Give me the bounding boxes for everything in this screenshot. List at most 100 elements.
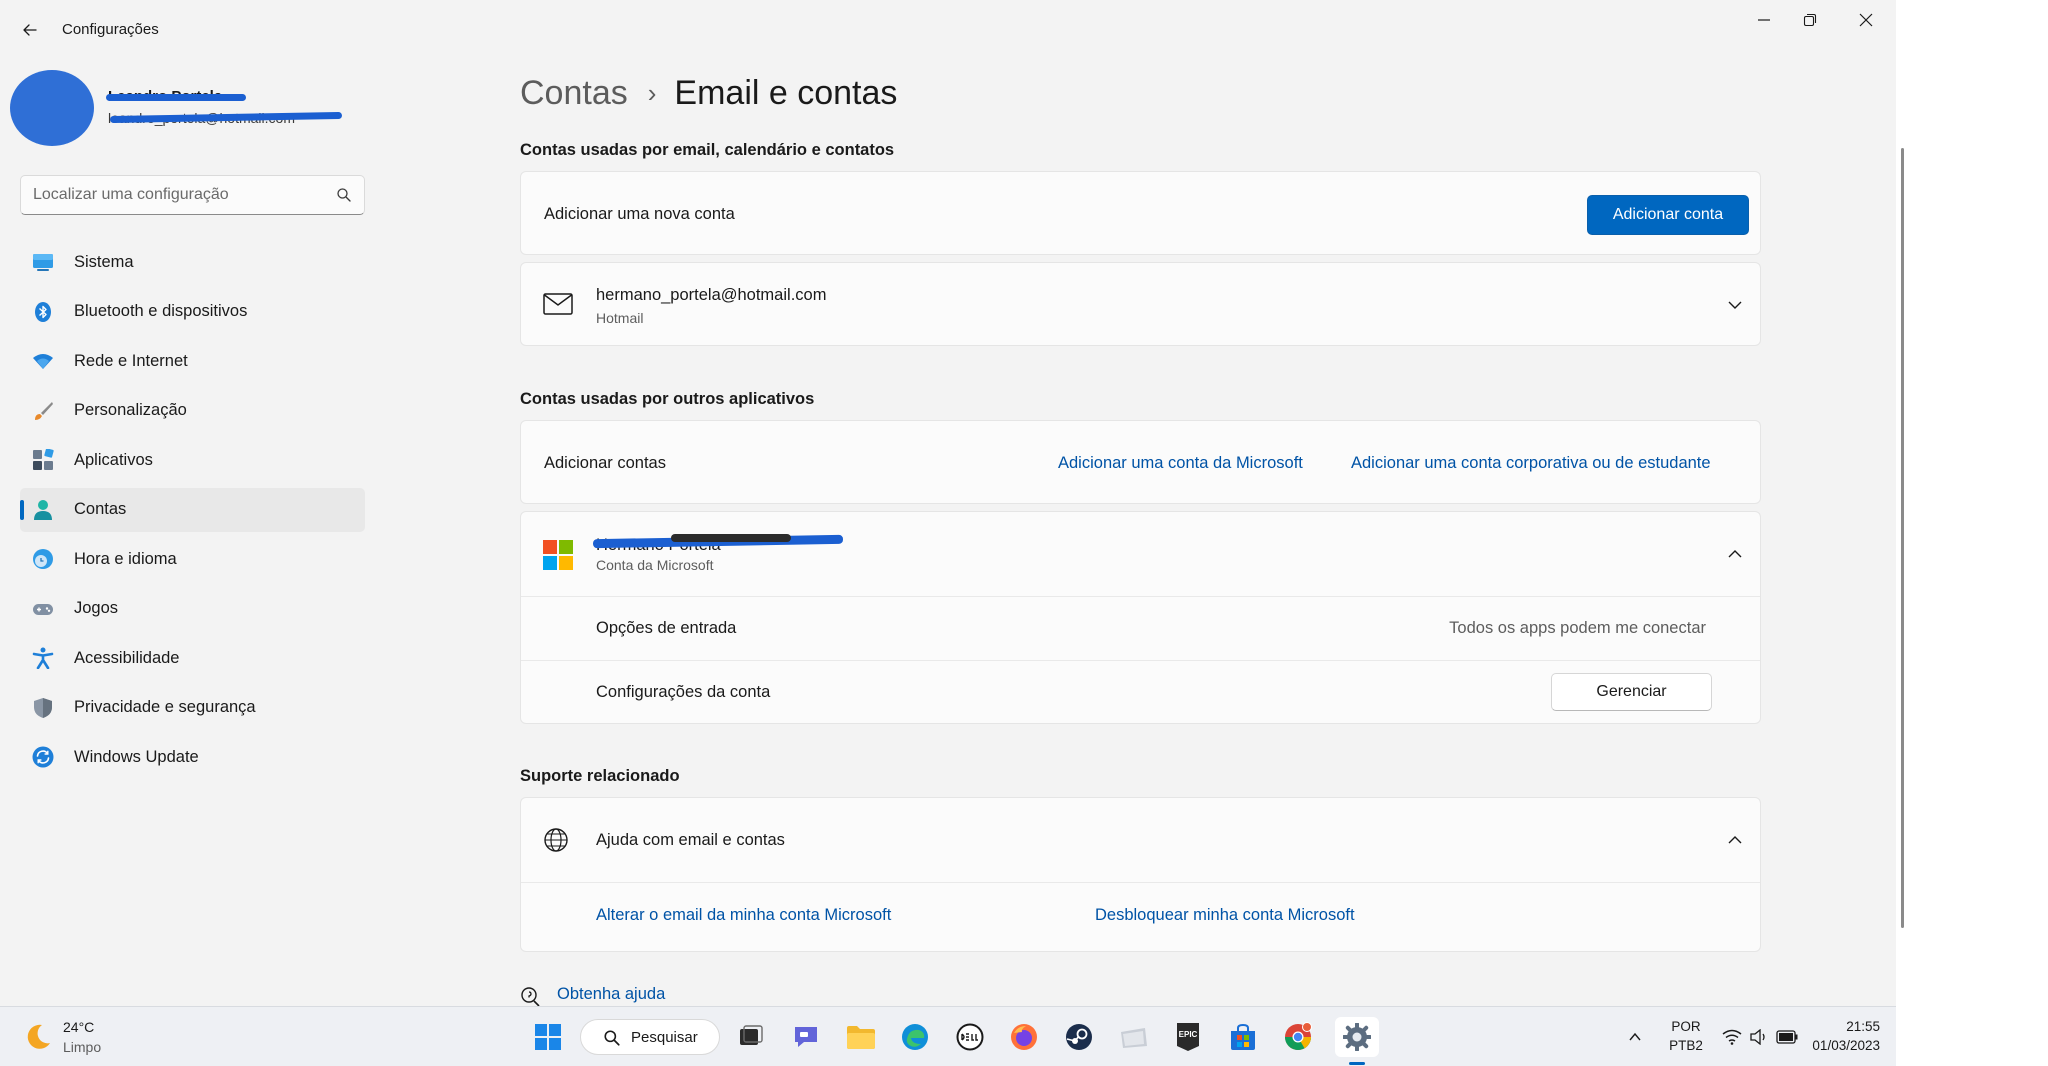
change-email-link[interactable]: Alterar o email da minha conta Microsoft bbox=[596, 906, 891, 925]
sidebar-item-label: Acessibilidade bbox=[74, 648, 180, 667]
microsoft-store-button[interactable] bbox=[1225, 1019, 1261, 1055]
app-title: Configurações bbox=[62, 21, 159, 38]
update-icon bbox=[32, 746, 54, 768]
signin-options-label: Opções de entrada bbox=[596, 619, 737, 637]
sidebar-item-contas[interactable]: Contas bbox=[20, 487, 365, 532]
svg-text:EPIC: EPIC bbox=[1179, 1030, 1198, 1039]
volume-icon[interactable] bbox=[1750, 1029, 1770, 1045]
settings-search[interactable] bbox=[20, 175, 365, 215]
brush-icon bbox=[35, 401, 53, 420]
taskbar-search[interactable]: Pesquisar bbox=[580, 1019, 720, 1055]
breadcrumb: Contas › Email e contas bbox=[520, 70, 897, 116]
chat-icon bbox=[795, 1027, 817, 1047]
folder-gray-icon bbox=[1121, 1028, 1147, 1048]
epic-games-button[interactable]: EPIC bbox=[1170, 1019, 1206, 1055]
sidebar-item-label: Rede e Internet bbox=[74, 351, 188, 370]
wifi-icon[interactable] bbox=[1722, 1029, 1742, 1045]
chevron-down-icon[interactable] bbox=[1725, 295, 1745, 315]
add-new-account-card: Adicionar uma nova conta Adicionar conta bbox=[520, 171, 1761, 255]
gear-icon bbox=[1343, 1023, 1371, 1051]
sidebar-item-label: Bluetooth e dispositivos bbox=[74, 302, 248, 320]
globe-clock-icon bbox=[33, 549, 53, 569]
microsoft-account-type: Conta da Microsoft bbox=[596, 557, 714, 573]
battery-icon[interactable] bbox=[1776, 1030, 1798, 1044]
folder-icon bbox=[847, 1026, 875, 1049]
account-type: Hotmail bbox=[596, 310, 644, 326]
section-title-support: Suporte relacionado bbox=[520, 767, 680, 785]
add-account-button[interactable]: Adicionar conta bbox=[1587, 195, 1749, 235]
sidebar-item-acessibilidade[interactable]: Acessibilidade bbox=[20, 636, 365, 680]
weather-temp[interactable]: 24°C bbox=[63, 1019, 94, 1035]
sidebar-item-label: Jogos bbox=[74, 599, 119, 617]
globe-icon bbox=[544, 828, 568, 852]
clock-time[interactable]: 21:55 bbox=[1800, 1019, 1880, 1034]
shield-icon bbox=[34, 697, 52, 718]
sidebar-item-jogos[interactable]: Jogos bbox=[20, 587, 365, 631]
add-work-account-link[interactable]: Adicionar uma conta corporativa ou de es… bbox=[1351, 454, 1711, 473]
redaction-mark bbox=[106, 94, 246, 101]
unlock-account-link[interactable]: Desbloquear minha conta Microsoft bbox=[1095, 906, 1355, 925]
sidebar-item-privacidade[interactable]: Privacidade e segurança bbox=[20, 686, 365, 730]
start-button[interactable] bbox=[530, 1019, 566, 1055]
scrollbar[interactable] bbox=[1901, 148, 1904, 928]
search-icon bbox=[604, 1030, 620, 1046]
settings-taskbar-button[interactable] bbox=[1335, 1017, 1379, 1057]
close-button[interactable] bbox=[1838, 0, 1894, 40]
help-email-accounts-label: Ajuda com email e contas bbox=[596, 831, 785, 849]
sidebar-item-hora[interactable]: Hora e idioma bbox=[20, 537, 365, 581]
steam-button[interactable] bbox=[1061, 1019, 1097, 1055]
show-hidden-icons-button[interactable] bbox=[1622, 1019, 1648, 1055]
app-button-gray[interactable] bbox=[1116, 1019, 1152, 1055]
support-card: Ajuda com email e contas Alterar o email… bbox=[520, 797, 1761, 952]
restore-button[interactable] bbox=[1782, 0, 1838, 40]
sidebar-item-rede[interactable]: Rede e Internet bbox=[20, 339, 365, 383]
windows-logo-icon bbox=[535, 1024, 561, 1050]
sidebar-item-label: Privacidade e segurança bbox=[74, 698, 256, 716]
edge-browser-icon bbox=[902, 1024, 928, 1050]
dell-app-button[interactable] bbox=[952, 1019, 988, 1055]
file-explorer-button[interactable] bbox=[843, 1019, 879, 1055]
get-help-link[interactable]: Obtenha ajuda bbox=[557, 985, 665, 1004]
taskbar: 24°C Limpo Pesquisar EPIC POR PTB2 21:55… bbox=[0, 1006, 1896, 1066]
close-icon bbox=[1859, 13, 1873, 27]
chevron-up-icon[interactable] bbox=[1725, 830, 1745, 850]
task-view-button[interactable] bbox=[733, 1019, 769, 1055]
microsoft-account-header[interactable]: Hermano Portela Conta da Microsoft bbox=[521, 512, 1760, 596]
chrome-button[interactable] bbox=[1280, 1019, 1316, 1055]
language-code[interactable]: POR bbox=[1664, 1019, 1708, 1034]
clock-date[interactable]: 01/03/2023 bbox=[1800, 1038, 1880, 1053]
firefox-button[interactable] bbox=[1006, 1019, 1042, 1055]
back-button[interactable] bbox=[14, 14, 46, 46]
settings-window: Configurações Leandro Portela leandro_po… bbox=[0, 0, 1904, 1007]
account-settings-row: Configurações da conta Gerenciar bbox=[521, 661, 1760, 724]
signin-options-row: Opções de entrada Todos os apps podem me… bbox=[521, 597, 1760, 660]
page-title: Email e contas bbox=[674, 73, 898, 112]
help-email-accounts-header[interactable]: Ajuda com email e contas bbox=[521, 798, 1760, 882]
user-profile[interactable]: Leandro Portela leandro_portela@hotmail.… bbox=[10, 70, 350, 150]
sidebar-item-personalizacao[interactable]: Personalização bbox=[20, 389, 365, 433]
keyboard-layout[interactable]: PTB2 bbox=[1664, 1038, 1708, 1053]
accessibility-icon bbox=[32, 647, 54, 669]
redaction-mark bbox=[671, 534, 791, 542]
breadcrumb-parent[interactable]: Contas bbox=[520, 74, 628, 113]
moon-icon[interactable] bbox=[22, 1021, 54, 1053]
edge-button[interactable] bbox=[897, 1019, 933, 1055]
firefox-icon bbox=[1011, 1024, 1037, 1050]
monitor-icon bbox=[33, 254, 53, 271]
weather-desc[interactable]: Limpo bbox=[63, 1039, 101, 1055]
sidebar-item-aplicativos[interactable]: Aplicativos bbox=[20, 438, 365, 482]
chevron-up-icon[interactable] bbox=[1725, 544, 1745, 564]
section-title-other-apps: Contas usadas por outros aplicativos bbox=[520, 390, 815, 408]
search-input[interactable] bbox=[33, 176, 333, 214]
teams-chat-button[interactable] bbox=[788, 1019, 824, 1055]
dell-logo-icon bbox=[956, 1023, 984, 1051]
hotmail-account-card[interactable]: hermano_portela@hotmail.com Hotmail bbox=[520, 262, 1761, 346]
account-settings-label: Configurações da conta bbox=[596, 683, 771, 701]
microsoft-logo-icon bbox=[543, 540, 573, 570]
sidebar-item-bluetooth[interactable]: Bluetooth e dispositivos bbox=[20, 290, 365, 334]
sidebar-item-windows-update[interactable]: Windows Update bbox=[20, 735, 365, 779]
add-microsoft-account-link[interactable]: Adicionar uma conta da Microsoft bbox=[1058, 454, 1303, 473]
manage-button[interactable]: Gerenciar bbox=[1551, 673, 1712, 711]
divider bbox=[521, 882, 1760, 883]
sidebar-item-sistema[interactable]: Sistema bbox=[20, 240, 365, 284]
